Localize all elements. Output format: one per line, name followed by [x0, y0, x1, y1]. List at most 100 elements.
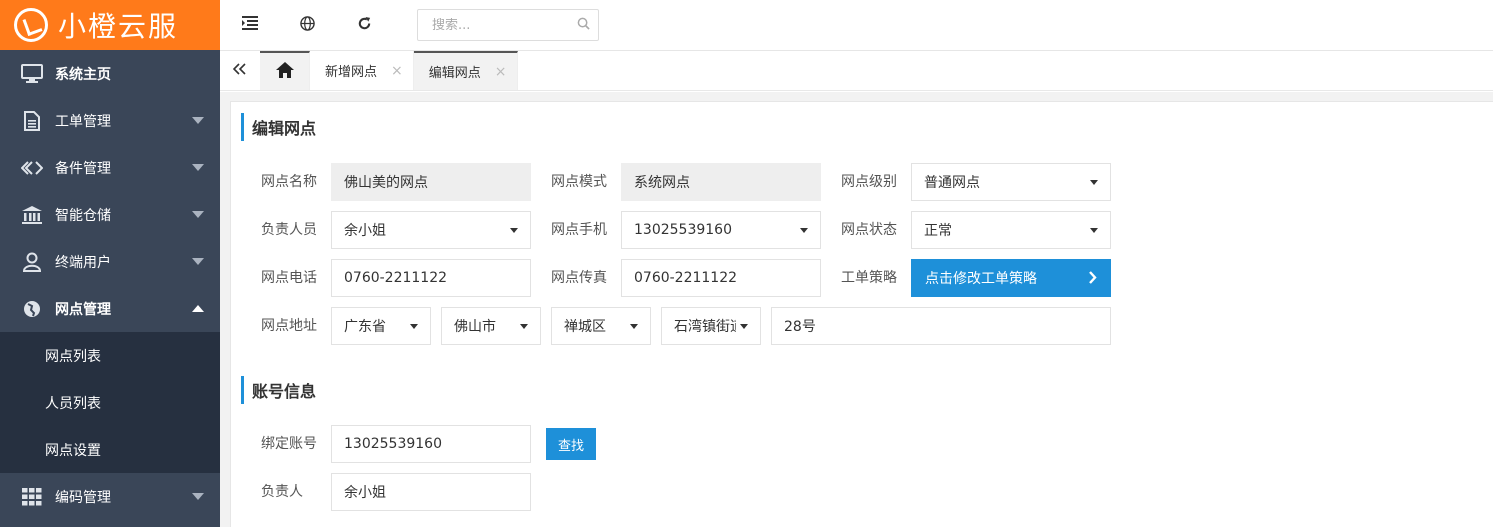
fax-input[interactable]: 0760-2211122 [621, 259, 821, 297]
search-icon[interactable] [577, 17, 590, 34]
diamond-link-icon [20, 156, 44, 180]
bind-account-label: 绑定账号 [261, 436, 317, 452]
user-icon [20, 250, 44, 274]
brand-name: 小橙云服 [58, 10, 179, 43]
status-select[interactable]: 正常 [911, 211, 1111, 249]
person-label: 负责人员 [261, 222, 317, 238]
tab-bar: 新增网点 × 编辑网点 × [220, 51, 1493, 91]
person-select[interactable]: 余小姐 [331, 211, 531, 249]
policy-label: 工单策略 [841, 270, 897, 286]
owner-label: 负责人 [261, 484, 303, 500]
globe-icon [299, 15, 315, 35]
caret-down-icon [510, 228, 518, 233]
sidebar-item-outlets[interactable]: 网点管理 [0, 285, 220, 332]
caret-down-icon [1090, 180, 1098, 185]
caret-down-icon [1090, 228, 1098, 233]
province-select[interactable]: 广东省 [331, 307, 431, 345]
sidebar-item-warehouse[interactable]: 智能仓储 [0, 191, 220, 238]
home-icon [275, 61, 294, 82]
chevron-down-icon [192, 211, 204, 218]
collapse-sidebar-button[interactable] [220, 51, 260, 90]
section-title-account: 账号信息 [241, 376, 316, 404]
search-input[interactable] [432, 17, 577, 33]
caret-down-icon [800, 228, 808, 233]
close-icon[interactable]: × [391, 63, 403, 79]
sidebar-item-label: 终端用户 [55, 254, 111, 271]
chevron-down-icon [192, 493, 204, 500]
tab-label: 编辑网点 [428, 66, 481, 81]
level-label: 网点级别 [841, 174, 897, 190]
orange-logo-icon [14, 8, 48, 42]
tab-home[interactable] [260, 51, 310, 90]
sidebar-item-label: 网点管理 [55, 301, 111, 318]
grid-icon [20, 485, 44, 509]
sidebar-subitem-staff-list[interactable]: 人员列表 [0, 379, 220, 426]
search-box[interactable] [417, 9, 599, 41]
refresh-icon [357, 16, 372, 35]
menu-toggle-icon [242, 16, 258, 34]
caret-down-icon [740, 324, 748, 329]
chevron-down-icon [192, 117, 204, 124]
refresh-button[interactable] [337, 0, 391, 50]
caret-down-icon [630, 324, 638, 329]
close-icon[interactable]: × [495, 64, 507, 80]
tel-input[interactable]: 0760-2211122 [331, 259, 531, 297]
status-value: 正常 [924, 223, 952, 239]
sidebar-subitem-outlet-list[interactable]: 网点列表 [0, 332, 220, 379]
search-account-button[interactable]: 查找 [546, 428, 596, 460]
name-field: 佛山美的网点 [331, 163, 531, 201]
chevron-down-icon [192, 258, 204, 265]
edit-policy-button[interactable]: 点击修改工单策略 [911, 259, 1111, 297]
sidebar-subitem-outlet-settings[interactable]: 网点设置 [0, 426, 220, 473]
mode-field: 系统网点 [621, 163, 821, 201]
sidebar-item-endusers[interactable]: 终端用户 [0, 238, 220, 285]
status-label: 网点状态 [841, 222, 897, 238]
brand-logo[interactable]: 小橙云服 [0, 0, 220, 50]
caret-down-icon [520, 324, 528, 329]
caret-down-icon [410, 324, 418, 329]
tab-label: 新增网点 [325, 65, 378, 80]
name-label: 网点名称 [261, 174, 317, 190]
phone-select[interactable]: 13025539160 [621, 211, 821, 249]
sidebar-item-coding[interactable]: 编码管理 [0, 473, 220, 520]
street-select[interactable]: 石湾镇街道 [661, 307, 761, 345]
sidebar-item-home[interactable]: 系统主页 [0, 50, 220, 97]
phone-label: 网点手机 [551, 222, 607, 238]
menu-toggle-button[interactable] [223, 0, 277, 50]
sidebar-item-label: 智能仓储 [55, 207, 111, 224]
chevron-up-icon [192, 305, 204, 312]
level-value: 普通网点 [924, 175, 980, 191]
bind-account-input[interactable]: 13025539160 [331, 425, 531, 463]
sidebar-item-label: 工单管理 [55, 113, 111, 130]
sidebar-item-parts[interactable]: 备件管理 [0, 144, 220, 191]
main-content: 编辑网点 网点名称 佛山美的网点 网点模式 系统网点 网点级别 普通网点 负责人… [230, 101, 1493, 527]
level-select[interactable]: 普通网点 [911, 163, 1111, 201]
sidebar-item-label: 系统主页 [55, 66, 111, 83]
city-select[interactable]: 佛山市 [441, 307, 541, 345]
fax-label: 网点传真 [551, 270, 607, 286]
phone-value: 13025539160 [634, 222, 732, 238]
address-label: 网点地址 [261, 318, 317, 334]
top-toolbar [220, 0, 1493, 51]
section-title-edit: 编辑网点 [241, 113, 316, 141]
mode-label: 网点模式 [551, 174, 607, 190]
globe-icon [20, 297, 44, 321]
language-button[interactable] [280, 0, 334, 50]
person-value: 余小姐 [344, 223, 386, 239]
owner-input[interactable]: 余小姐 [331, 473, 531, 511]
chevron-down-icon [192, 164, 204, 171]
double-chevron-left-icon [232, 62, 247, 79]
monitor-icon [20, 62, 44, 86]
province-value: 广东省 [344, 319, 386, 335]
sidebar: 小橙云服 系统主页 工单管理 备件管理 智能仓储 终端用户 网点管理 网点列表 … [0, 0, 220, 527]
sidebar-item-workorder[interactable]: 工单管理 [0, 97, 220, 144]
city-value: 佛山市 [454, 319, 496, 335]
address-detail-input[interactable]: 28号 [771, 307, 1111, 345]
street-value: 石湾镇街道 [674, 319, 736, 335]
sidebar-item-label: 编码管理 [55, 489, 111, 506]
edit-policy-label: 点击修改工单策略 [925, 271, 1037, 287]
document-icon [20, 109, 44, 133]
tab-add-outlet[interactable]: 新增网点 × [310, 51, 414, 90]
tab-edit-outlet[interactable]: 编辑网点 × [413, 51, 518, 90]
district-select[interactable]: 禅城区 [551, 307, 651, 345]
